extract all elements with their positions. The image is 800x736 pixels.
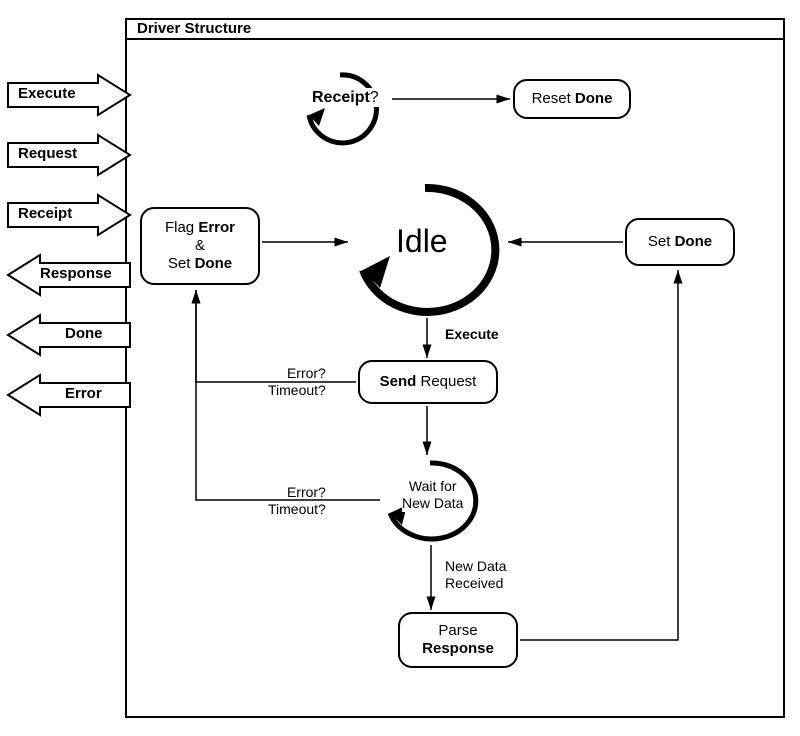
stage: Driver Structure Execute Request Receipt…	[0, 0, 800, 736]
edge-parse-to-setdone	[0, 0, 800, 736]
